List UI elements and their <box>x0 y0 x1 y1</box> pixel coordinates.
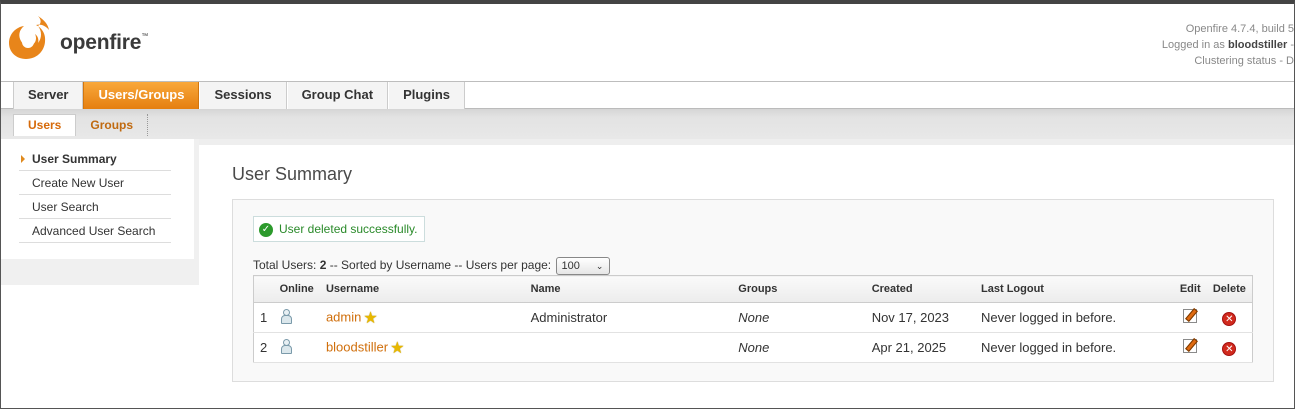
user-created: Nov 17, 2023 <box>865 302 976 333</box>
sidebar-item-create-new-user[interactable]: Create New User <box>19 171 171 195</box>
logged-in-text: Logged in as bloodstiller - <box>1161 39 1294 51</box>
sidebar-item-user-summary[interactable]: User Summary <box>19 147 171 171</box>
delete-icon[interactable]: ✕ <box>1222 311 1237 326</box>
subtab-groups[interactable]: Groups <box>76 114 149 136</box>
col-header-name[interactable]: Name <box>524 275 733 303</box>
check-icon: ✓ <box>259 223 273 237</box>
success-message: ✓ User deleted successfully. <box>253 216 425 242</box>
sidebar: User Summary Create New User User Search… <box>1 139 199 285</box>
edit-icon[interactable] <box>1183 339 1198 353</box>
col-header-groups: Groups <box>732 275 866 303</box>
tab-users-groups[interactable]: Users/Groups <box>83 82 200 109</box>
user-created: Apr 21, 2025 <box>865 332 976 363</box>
star-admin-icon: ★ <box>363 309 378 327</box>
user-groups: None <box>732 332 866 363</box>
username-link[interactable]: admin <box>326 309 361 324</box>
col-header-last-logout: Last Logout <box>975 275 1174 303</box>
user-name: Administrator <box>524 302 733 333</box>
user-count-summary: Total Users: 2 -- Sorted by Username -- … <box>253 256 611 275</box>
page-title: User Summary <box>232 164 353 184</box>
content-top-bar <box>199 139 1294 145</box>
col-header-created: Created <box>865 275 976 303</box>
user-offline-icon <box>280 339 292 354</box>
sidebar-item-user-search[interactable]: User Search <box>19 195 171 219</box>
browser-frame: openfire™ Openfire 4.7.4, build 5 Logged… <box>0 0 1295 409</box>
logo-text: openfire™ <box>60 31 149 54</box>
openfire-logo-icon <box>9 16 49 59</box>
user-offline-icon <box>280 309 292 324</box>
arrow-right-icon <box>21 155 25 163</box>
server-info: Openfire 4.7.4, build 5 Logged in as blo… <box>1074 21 1294 69</box>
row-index: 1 <box>253 302 274 333</box>
tab-sessions[interactable]: Sessions <box>199 82 287 109</box>
star-admin-icon: ★ <box>390 339 405 357</box>
username-link[interactable]: bloodstiller <box>326 339 388 354</box>
header: openfire™ Openfire 4.7.4, build 5 Logged… <box>1 4 1294 82</box>
user-table: Online Username Name Groups Created Last… <box>253 275 1253 363</box>
sidebar-item-advanced-user-search[interactable]: Advanced User Search <box>19 219 171 243</box>
users-per-page-select[interactable]: 100 ⌄ <box>556 256 611 275</box>
row-index: 2 <box>253 332 274 363</box>
tab-group-chat[interactable]: Group Chat <box>286 82 389 109</box>
user-last-logout: Never logged in before. <box>975 332 1174 363</box>
version-text: Openfire 4.7.4, build 5 <box>1185 23 1294 35</box>
subtab-users[interactable]: Users <box>13 114 77 136</box>
col-header-online: Online <box>273 275 320 303</box>
delete-icon[interactable]: ✕ <box>1222 341 1237 356</box>
col-header-edit: Edit <box>1173 275 1207 303</box>
main-nav: Server Users/Groups Sessions Group Chat … <box>1 81 1294 109</box>
user-last-logout: Never logged in before. <box>975 302 1174 333</box>
sub-nav: Users Groups <box>1 109 1294 139</box>
col-header-delete: Delete <box>1206 275 1253 303</box>
edit-icon[interactable] <box>1183 309 1198 323</box>
chevron-down-icon: ⌄ <box>595 260 604 271</box>
col-header-username[interactable]: Username <box>319 275 525 303</box>
user-name <box>524 332 733 363</box>
clustering-status: Clustering status - D <box>1194 55 1294 67</box>
tab-plugins[interactable]: Plugins <box>388 82 466 109</box>
table-header-row: Online Username Name Groups Created Last… <box>253 275 1253 303</box>
col-header-index <box>253 275 274 303</box>
user-groups: None <box>732 302 866 333</box>
tab-server[interactable]: Server <box>13 82 84 109</box>
table-row: 2 bloodstiller ★ None Apr 21, 2025 Never … <box>253 332 1253 363</box>
table-row: 1 admin ★ Administrator None Nov 17, 2023… <box>253 302 1253 333</box>
logged-in-user[interactable]: bloodstiller <box>1228 39 1287 51</box>
